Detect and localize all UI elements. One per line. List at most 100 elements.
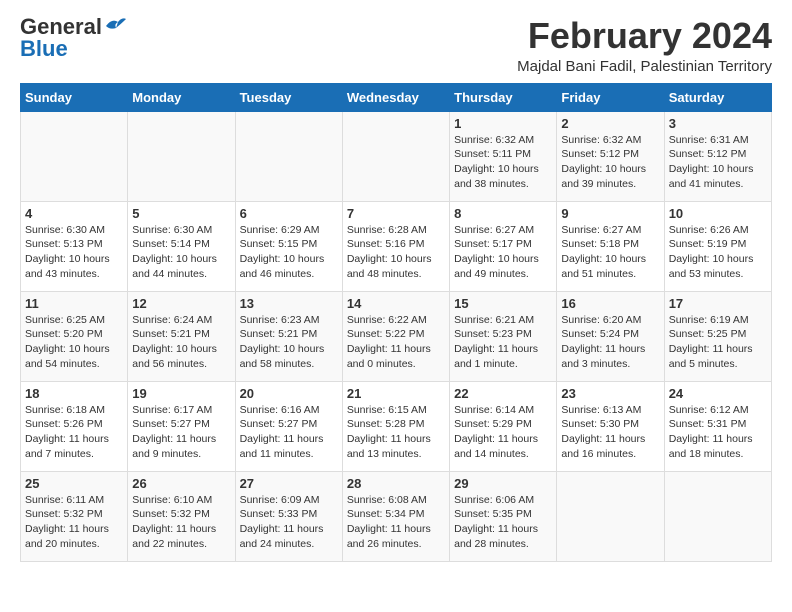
day-number: 8 <box>454 206 552 221</box>
bird-icon <box>104 16 126 34</box>
calendar-day-24: 24 Sunrise: 6:12 AMSunset: 5:31 PMDayligh… <box>664 381 771 471</box>
calendar-empty-cell <box>235 111 342 201</box>
day-number: 18 <box>25 386 123 401</box>
day-info: Sunrise: 6:32 AMSunset: 5:12 PMDaylight:… <box>561 133 659 192</box>
day-number: 12 <box>132 296 230 311</box>
calendar-day-20: 20 Sunrise: 6:16 AMSunset: 5:27 PMDayligh… <box>235 381 342 471</box>
month-title: February 2024 <box>517 16 772 56</box>
day-info: Sunrise: 6:06 AMSunset: 5:35 PMDaylight:… <box>454 493 552 552</box>
day-number: 9 <box>561 206 659 221</box>
logo-blue-text: Blue <box>20 38 68 60</box>
calendar-week-row: 4 Sunrise: 6:30 AMSunset: 5:13 PMDaylight… <box>21 201 772 291</box>
day-info: Sunrise: 6:27 AMSunset: 5:17 PMDaylight:… <box>454 223 552 282</box>
calendar-day-16: 16 Sunrise: 6:20 AMSunset: 5:24 PMDayligh… <box>557 291 664 381</box>
day-info: Sunrise: 6:25 AMSunset: 5:20 PMDaylight:… <box>25 313 123 372</box>
calendar-day-1: 1 Sunrise: 6:32 AMSunset: 5:11 PMDaylight… <box>450 111 557 201</box>
day-number: 17 <box>669 296 767 311</box>
calendar-day-15: 15 Sunrise: 6:21 AMSunset: 5:23 PMDayligh… <box>450 291 557 381</box>
calendar-day-23: 23 Sunrise: 6:13 AMSunset: 5:30 PMDayligh… <box>557 381 664 471</box>
day-info: Sunrise: 6:30 AMSunset: 5:14 PMDaylight:… <box>132 223 230 282</box>
day-info: Sunrise: 6:18 AMSunset: 5:26 PMDaylight:… <box>25 403 123 462</box>
day-number: 5 <box>132 206 230 221</box>
day-info: Sunrise: 6:14 AMSunset: 5:29 PMDaylight:… <box>454 403 552 462</box>
day-number: 25 <box>25 476 123 491</box>
day-info: Sunrise: 6:21 AMSunset: 5:23 PMDaylight:… <box>454 313 552 372</box>
calendar-day-6: 6 Sunrise: 6:29 AMSunset: 5:15 PMDaylight… <box>235 201 342 291</box>
day-number: 10 <box>669 206 767 221</box>
calendar-day-17: 17 Sunrise: 6:19 AMSunset: 5:25 PMDayligh… <box>664 291 771 381</box>
day-info: Sunrise: 6:12 AMSunset: 5:31 PMDaylight:… <box>669 403 767 462</box>
day-number: 1 <box>454 116 552 131</box>
weekday-header-wednesday: Wednesday <box>342 83 449 111</box>
day-info: Sunrise: 6:15 AMSunset: 5:28 PMDaylight:… <box>347 403 445 462</box>
day-number: 29 <box>454 476 552 491</box>
day-info: Sunrise: 6:16 AMSunset: 5:27 PMDaylight:… <box>240 403 338 462</box>
weekday-header-saturday: Saturday <box>664 83 771 111</box>
header: General Blue February 2024 Majdal Bani F… <box>20 16 772 75</box>
calendar-empty-cell <box>21 111 128 201</box>
day-info: Sunrise: 6:20 AMSunset: 5:24 PMDaylight:… <box>561 313 659 372</box>
day-number: 3 <box>669 116 767 131</box>
logo: General Blue <box>20 16 126 60</box>
calendar-week-row: 1 Sunrise: 6:32 AMSunset: 5:11 PMDaylight… <box>21 111 772 201</box>
calendar-day-11: 11 Sunrise: 6:25 AMSunset: 5:20 PMDayligh… <box>21 291 128 381</box>
day-info: Sunrise: 6:28 AMSunset: 5:16 PMDaylight:… <box>347 223 445 282</box>
calendar-day-3: 3 Sunrise: 6:31 AMSunset: 5:12 PMDaylight… <box>664 111 771 201</box>
day-number: 4 <box>25 206 123 221</box>
day-info: Sunrise: 6:26 AMSunset: 5:19 PMDaylight:… <box>669 223 767 282</box>
day-number: 28 <box>347 476 445 491</box>
calendar-week-row: 18 Sunrise: 6:18 AMSunset: 5:26 PMDayligh… <box>21 381 772 471</box>
day-number: 15 <box>454 296 552 311</box>
day-number: 23 <box>561 386 659 401</box>
day-info: Sunrise: 6:08 AMSunset: 5:34 PMDaylight:… <box>347 493 445 552</box>
weekday-header-thursday: Thursday <box>450 83 557 111</box>
day-number: 16 <box>561 296 659 311</box>
day-number: 13 <box>240 296 338 311</box>
calendar-empty-cell <box>342 111 449 201</box>
calendar-day-29: 29 Sunrise: 6:06 AMSunset: 5:35 PMDayligh… <box>450 471 557 561</box>
day-number: 24 <box>669 386 767 401</box>
calendar-week-row: 25 Sunrise: 6:11 AMSunset: 5:32 PMDayligh… <box>21 471 772 561</box>
calendar-day-12: 12 Sunrise: 6:24 AMSunset: 5:21 PMDayligh… <box>128 291 235 381</box>
calendar-day-28: 28 Sunrise: 6:08 AMSunset: 5:34 PMDayligh… <box>342 471 449 561</box>
calendar-day-10: 10 Sunrise: 6:26 AMSunset: 5:19 PMDayligh… <box>664 201 771 291</box>
day-info: Sunrise: 6:30 AMSunset: 5:13 PMDaylight:… <box>25 223 123 282</box>
calendar-day-7: 7 Sunrise: 6:28 AMSunset: 5:16 PMDaylight… <box>342 201 449 291</box>
title-area: February 2024 Majdal Bani Fadil, Palesti… <box>517 16 772 75</box>
day-info: Sunrise: 6:23 AMSunset: 5:21 PMDaylight:… <box>240 313 338 372</box>
weekday-header-sunday: Sunday <box>21 83 128 111</box>
calendar-day-27: 27Sunrise: 6:09 AMSunset: 5:33 PMDayligh… <box>235 471 342 561</box>
calendar-day-25: 25 Sunrise: 6:11 AMSunset: 5:32 PMDayligh… <box>21 471 128 561</box>
calendar-table: SundayMondayTuesdayWednesdayThursdayFrid… <box>20 83 772 562</box>
day-info: Sunrise: 6:10 AMSunset: 5:32 PMDaylight:… <box>132 493 230 552</box>
calendar-day-5: 5 Sunrise: 6:30 AMSunset: 5:14 PMDaylight… <box>128 201 235 291</box>
day-number: 6 <box>240 206 338 221</box>
day-info: Sunrise: 6:19 AMSunset: 5:25 PMDaylight:… <box>669 313 767 372</box>
calendar-week-row: 11 Sunrise: 6:25 AMSunset: 5:20 PMDayligh… <box>21 291 772 381</box>
day-number: 11 <box>25 296 123 311</box>
day-number: 20 <box>240 386 338 401</box>
day-number: 2 <box>561 116 659 131</box>
day-info: Sunrise: 6:17 AMSunset: 5:27 PMDaylight:… <box>132 403 230 462</box>
calendar-day-8: 8 Sunrise: 6:27 AMSunset: 5:17 PMDaylight… <box>450 201 557 291</box>
day-number: 22 <box>454 386 552 401</box>
calendar-day-19: 19Sunrise: 6:17 AMSunset: 5:27 PMDayligh… <box>128 381 235 471</box>
day-info: Sunrise: 6:13 AMSunset: 5:30 PMDaylight:… <box>561 403 659 462</box>
day-number: 14 <box>347 296 445 311</box>
day-info: Sunrise: 6:31 AMSunset: 5:12 PMDaylight:… <box>669 133 767 192</box>
weekday-header-monday: Monday <box>128 83 235 111</box>
calendar-day-21: 21 Sunrise: 6:15 AMSunset: 5:28 PMDayligh… <box>342 381 449 471</box>
day-info: Sunrise: 6:29 AMSunset: 5:15 PMDaylight:… <box>240 223 338 282</box>
day-info: Sunrise: 6:32 AMSunset: 5:11 PMDaylight:… <box>454 133 552 192</box>
calendar-day-22: 22 Sunrise: 6:14 AMSunset: 5:29 PMDayligh… <box>450 381 557 471</box>
day-info: Sunrise: 6:24 AMSunset: 5:21 PMDaylight:… <box>132 313 230 372</box>
day-info: Sunrise: 6:11 AMSunset: 5:32 PMDaylight:… <box>25 493 123 552</box>
calendar-day-13: 13 Sunrise: 6:23 AMSunset: 5:21 PMDayligh… <box>235 291 342 381</box>
calendar-day-26: 26Sunrise: 6:10 AMSunset: 5:32 PMDayligh… <box>128 471 235 561</box>
calendar-empty-cell <box>664 471 771 561</box>
calendar-day-18: 18 Sunrise: 6:18 AMSunset: 5:26 PMDayligh… <box>21 381 128 471</box>
day-number: 21 <box>347 386 445 401</box>
day-number: 27 <box>240 476 338 491</box>
calendar-day-9: 9Sunrise: 6:27 AMSunset: 5:18 PMDaylight… <box>557 201 664 291</box>
day-number: 7 <box>347 206 445 221</box>
